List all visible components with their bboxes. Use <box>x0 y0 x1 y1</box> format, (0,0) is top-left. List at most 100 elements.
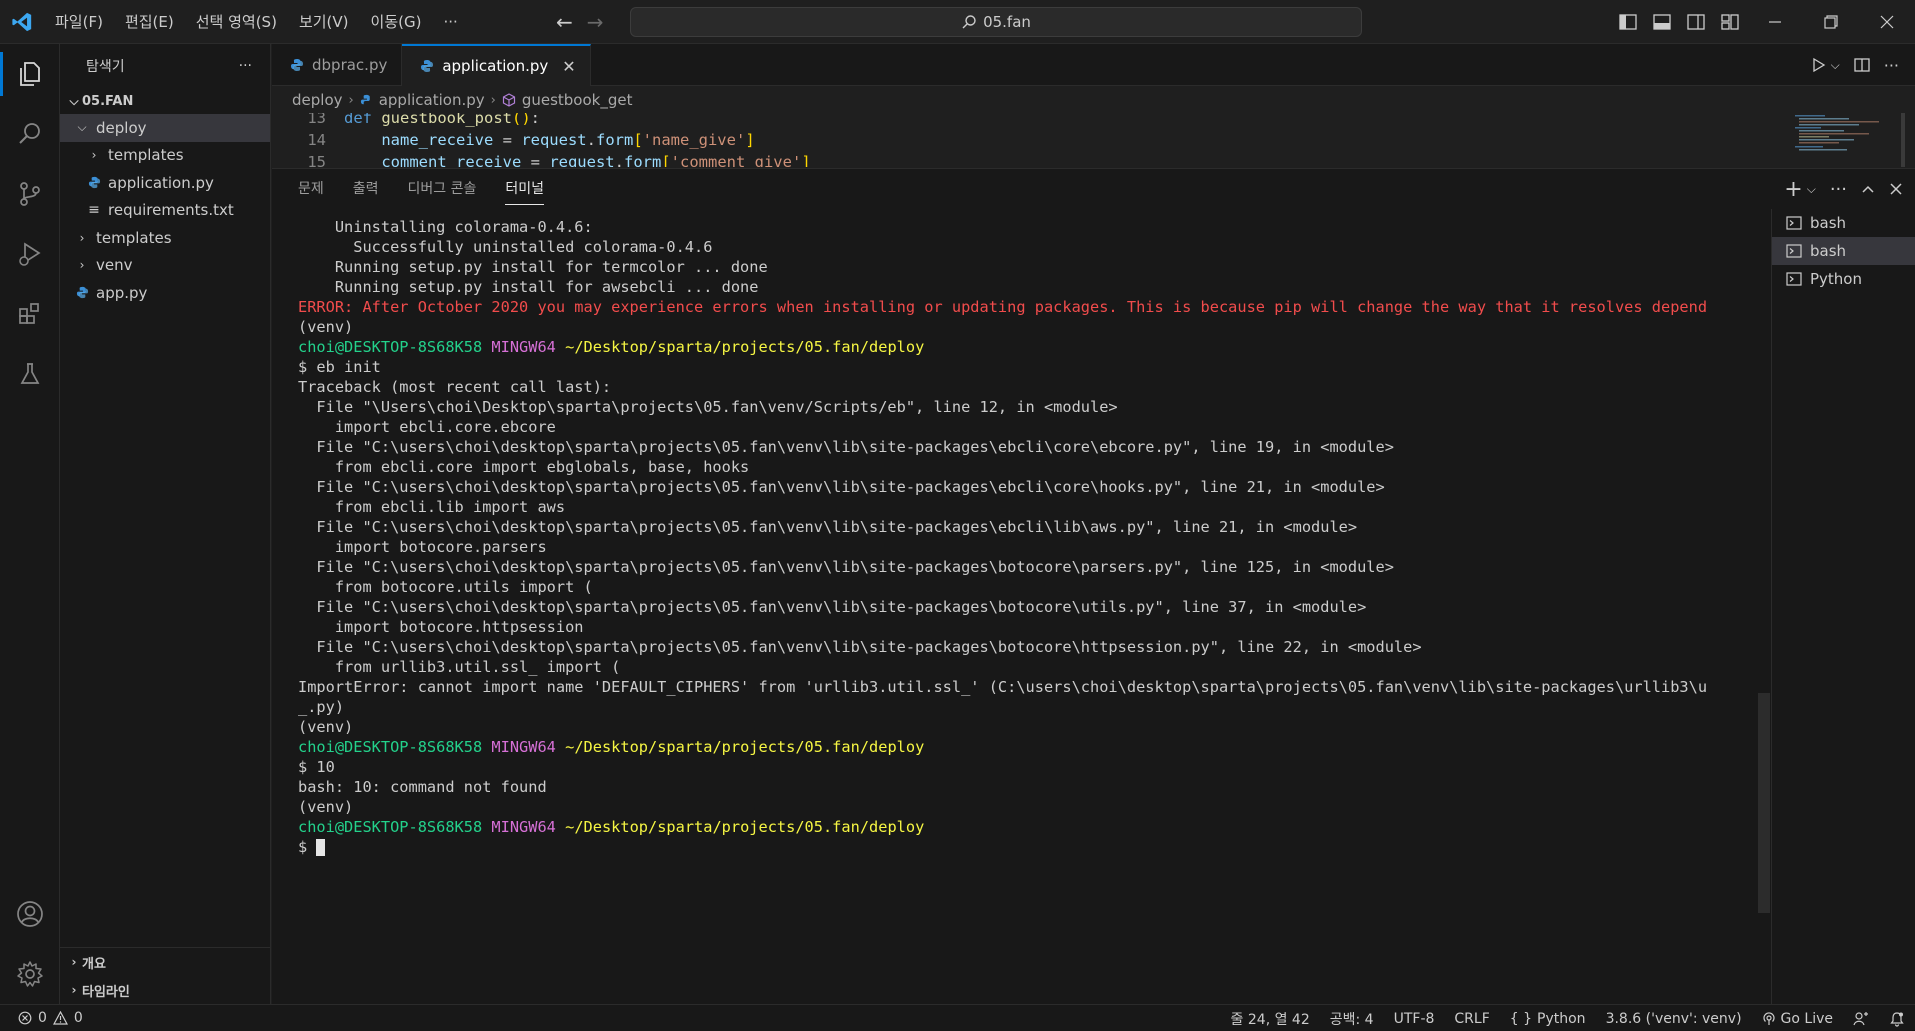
status-problems[interactable]: 0 0 <box>0 1010 83 1026</box>
run-debug-icon[interactable] <box>0 224 60 284</box>
tab-output[interactable]: 출력 <box>353 169 394 209</box>
menu-selection[interactable]: 선택 영역(S) <box>185 0 288 44</box>
accounts-icon[interactable] <box>0 884 60 944</box>
minimap[interactable] <box>1795 113 1905 167</box>
breadcrumb-symbol[interactable]: guestbook_get <box>522 91 633 109</box>
code-editor[interactable]: 13 def guestbook_post(): 14 name_receive… <box>272 113 1915 167</box>
outline-section[interactable]: › 개요 <box>60 948 271 976</box>
split-editor-icon[interactable] <box>1854 57 1870 73</box>
tree-item-app-py[interactable]: app.py <box>60 279 270 307</box>
search-view-icon[interactable] <box>0 104 60 164</box>
toggle-sidebar-icon[interactable] <box>1611 0 1645 44</box>
cursor-position[interactable]: 줄 24, 열 42 <box>1231 1009 1310 1029</box>
language-mode[interactable]: { } Python <box>1510 1011 1586 1027</box>
vscode-logo-icon[interactable] <box>0 0 44 44</box>
close-window-button[interactable] <box>1859 0 1915 44</box>
encoding[interactable]: UTF-8 <box>1394 1011 1435 1027</box>
go-live-button[interactable]: Go Live <box>1762 1011 1833 1027</box>
tab-application[interactable]: application.py ✕ <box>402 44 591 86</box>
prompt-host: MINGW64 <box>491 738 556 756</box>
minimize-button[interactable] <box>1747 0 1803 44</box>
back-arrow-icon[interactable]: ← <box>556 10 573 34</box>
settings-gear-icon[interactable] <box>0 944 60 1004</box>
error-icon <box>18 1011 32 1025</box>
panel-more-icon[interactable]: ··· <box>1830 179 1847 200</box>
run-dropdown-chevron-icon[interactable]: ⌵ <box>1831 58 1840 73</box>
menu-go[interactable]: 이동(G) <box>360 0 433 44</box>
chevron-right-icon: › <box>79 230 85 245</box>
terminal-line: (venv) <box>298 318 354 336</box>
terminal-prompt: choi@DESKTOP-8S68K58 MINGW64 ~/Desktop/s… <box>298 737 1708 757</box>
panel-tabs: 문제 출력 디버그 콘솔 터미널 <box>272 169 1915 209</box>
notifications-bell-icon[interactable] <box>1889 1011 1905 1027</box>
terminal-instance-bash[interactable]: bash <box>1772 209 1915 237</box>
tree-item-templates[interactable]: › templates <box>60 142 270 170</box>
tree-item-application-py[interactable]: application.py <box>60 169 270 197</box>
maximize-panel-chevron-up-icon[interactable] <box>1861 182 1875 196</box>
timeline-label: 타임라인 <box>82 984 130 1000</box>
end-of-line[interactable]: CRLF <box>1454 1011 1489 1027</box>
tree-item-deploy[interactable]: ⌵ deploy <box>60 114 270 142</box>
indentation[interactable]: 공백: 4 <box>1330 1009 1374 1029</box>
warning-count: 0 <box>73 1010 83 1026</box>
terminal-error-line: ERROR: After October 2020 you may experi… <box>298 298 1708 316</box>
terminal-line: Running setup.py install for awsebcli ..… <box>298 278 759 296</box>
terminal-instance-python[interactable]: Python <box>1772 265 1915 293</box>
menu-file[interactable]: 파일(F) <box>44 0 114 44</box>
more-actions-icon[interactable]: ··· <box>1884 56 1899 75</box>
terminal-instance-bash[interactable]: bash <box>1772 237 1915 265</box>
source-control-icon[interactable] <box>0 164 60 224</box>
tab-debug-console[interactable]: 디버그 콘솔 <box>408 169 492 209</box>
terminal-line: from urllib3.util.ssl_ import ( <box>298 658 621 676</box>
terminal-prompt: choi@DESKTOP-8S68K58 MINGW64 ~/Desktop/s… <box>298 337 1708 357</box>
terminal-scrollbar[interactable] <box>1758 693 1770 913</box>
terminal-line: Running setup.py install for termcolor .… <box>298 258 768 276</box>
accounts-feedback-icon[interactable] <box>1853 1011 1869 1027</box>
customize-layout-icon[interactable] <box>1713 0 1747 44</box>
forward-arrow-icon[interactable]: → <box>587 10 604 34</box>
toggle-panel-icon[interactable] <box>1645 0 1679 44</box>
workspace-root[interactable]: ⌵ 05.FAN <box>60 88 270 114</box>
tab-problems[interactable]: 문제 <box>298 169 339 209</box>
tab-dbprac[interactable]: dbprac.py <box>272 44 403 86</box>
tree-item-label: templates <box>96 228 172 247</box>
tab-terminal[interactable]: 터미널 <box>505 169 559 209</box>
close-panel-icon[interactable] <box>1889 182 1903 196</box>
chevron-right-icon: › <box>91 148 97 163</box>
line-number: 13 <box>307 113 326 127</box>
testing-flask-icon[interactable] <box>0 344 60 404</box>
warning-icon <box>52 1011 68 1025</box>
tree-item-requirements-txt[interactable]: ≡ requirements.txt <box>60 197 270 225</box>
new-terminal-plus-icon[interactable]: + <box>1784 177 1802 202</box>
command-center-search[interactable]: 05.fan <box>630 7 1362 37</box>
menu-view[interactable]: 보기(V) <box>288 0 360 44</box>
explorer-icon[interactable] <box>0 44 60 104</box>
tree-item-venv[interactable]: › venv <box>60 252 270 280</box>
breadcrumb-file[interactable]: application.py <box>379 91 485 109</box>
code-line: 14 name_receive = request.form['name_giv… <box>272 129 754 151</box>
run-python-file-icon[interactable] <box>1811 57 1827 73</box>
terminal-line: (venv) <box>298 798 354 816</box>
chevron-down-icon: ⌵ <box>69 93 79 108</box>
explorer-sidebar: 탐색기 ··· ⌵ 05.FAN ⌵ deploy › templates applic… <box>60 44 271 1004</box>
restore-button[interactable] <box>1803 0 1859 44</box>
timeline-section[interactable]: › 타임라인 <box>60 976 271 1004</box>
terminal-line: Successfully uninstalled colorama-0.4.6 <box>298 238 713 256</box>
toggle-secondary-sidebar-icon[interactable] <box>1679 0 1713 44</box>
terminal-profile-chevron-icon[interactable]: ⌵ <box>1807 182 1816 197</box>
terminal-instance-label: bash <box>1810 242 1847 260</box>
extensions-icon[interactable] <box>0 284 60 344</box>
python-interpreter[interactable]: 3.8.6 ('venv': venv) <box>1606 1011 1742 1027</box>
terminal-output[interactable]: Uninstalling colorama-0.4.6: Successfull… <box>298 217 1708 997</box>
terminal-line: Traceback (most recent call last): <box>298 378 612 396</box>
menu-edit[interactable]: 편집(E) <box>114 0 185 44</box>
tree-item-templates[interactable]: › templates <box>60 224 270 252</box>
bottom-panel: 문제 출력 디버그 콘솔 터미널 + ⌵ ··· Uninstalling co… <box>272 168 1915 1005</box>
breadcrumb-folder[interactable]: deploy <box>292 91 343 109</box>
close-tab-icon[interactable]: ✕ <box>562 57 575 76</box>
explorer-more-icon[interactable]: ··· <box>239 58 252 74</box>
go-live-label: Go Live <box>1780 1010 1833 1027</box>
menu-more[interactable]: ··· <box>432 0 468 44</box>
terminal-line: bash: 10: command not found <box>298 778 547 796</box>
terminal-icon <box>1786 244 1802 258</box>
